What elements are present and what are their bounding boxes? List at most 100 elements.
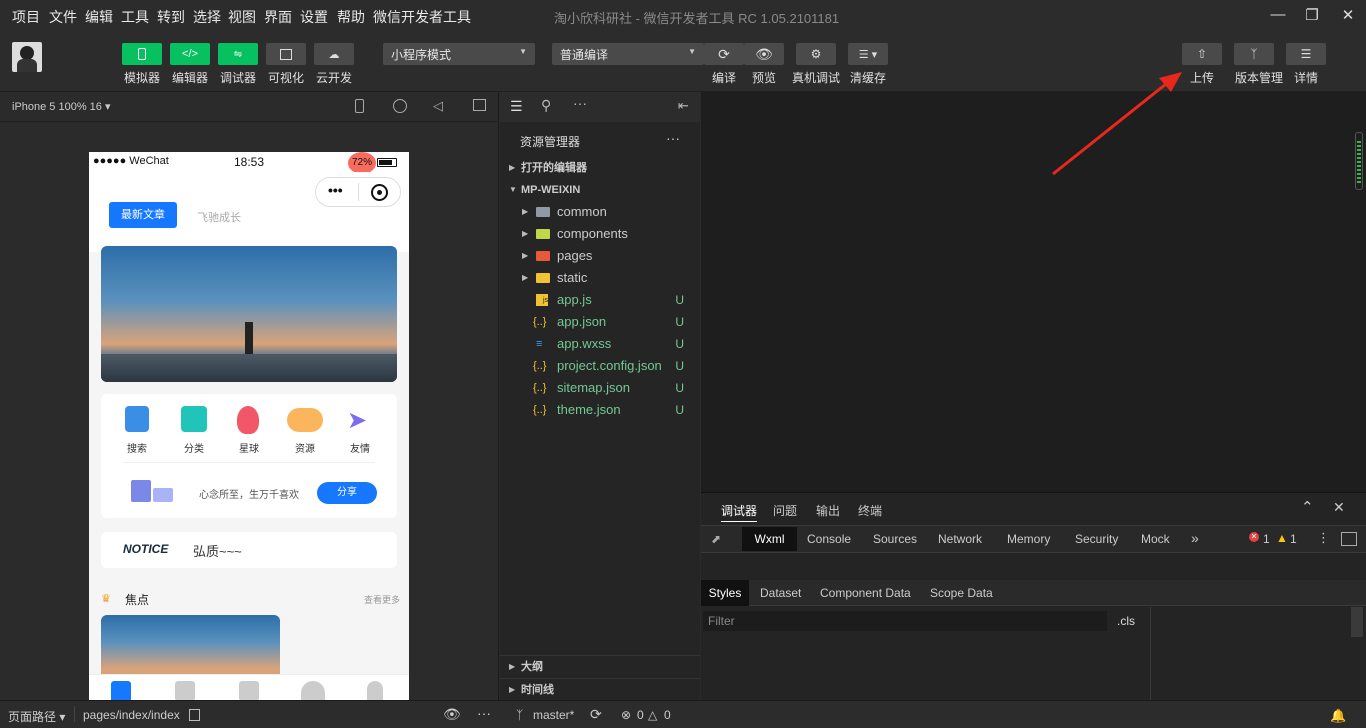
send-icon[interactable]: ➤ — [347, 406, 367, 435]
tab-dataset[interactable]: Dataset — [760, 586, 801, 600]
page-path-select[interactable]: 页面路径 ▾ — [8, 708, 65, 725]
tab-styles[interactable]: Styles — [701, 580, 749, 606]
menu-interface[interactable]: 界面 — [264, 7, 292, 27]
cloud-download-icon[interactable] — [287, 408, 323, 432]
status-errors[interactable]: 0 — [637, 708, 644, 722]
grid-label-resource[interactable]: 资源 — [283, 440, 327, 455]
tab-component-data[interactable]: Component Data — [820, 586, 911, 600]
error-count[interactable]: 1 — [1263, 532, 1270, 546]
folder-common[interactable]: ▶ common — [500, 201, 700, 223]
compile-select[interactable]: 普通编译 ▼ — [552, 43, 704, 65]
share-button[interactable]: 分享 — [317, 482, 377, 504]
tab-debugger[interactable]: 调试器 — [721, 502, 758, 522]
menu-settings[interactable]: 设置 — [300, 7, 328, 27]
close-mini-icon[interactable] — [371, 184, 388, 201]
real-debug-button[interactable]: ⚙ — [796, 43, 836, 65]
more-tabs-icon[interactable]: » — [1191, 530, 1199, 546]
tab-sources[interactable]: Sources — [873, 532, 917, 546]
volume-icon[interactable]: ◁ — [433, 98, 443, 114]
file-app-json[interactable]: {..} app.json U — [500, 311, 700, 333]
collapse-panel-icon[interactable]: ⇤ — [678, 98, 689, 114]
status-warnings[interactable]: 0 — [664, 708, 671, 722]
device-icon[interactable] — [355, 99, 364, 113]
folder-static[interactable]: ▶ static — [500, 267, 700, 289]
menu-select[interactable]: 选择 — [193, 7, 221, 27]
open-editors-section[interactable]: ▶ 打开的编辑器 — [500, 157, 700, 179]
compile-button[interactable]: ⟳ — [704, 43, 744, 65]
folder-components[interactable]: ▶ components — [500, 223, 700, 245]
menu-view[interactable]: 视图 — [228, 7, 256, 27]
folder-pages[interactable]: ▶ pages — [500, 245, 700, 267]
file-project-config[interactable]: {..} project.config.json U — [500, 355, 700, 377]
timeline-section[interactable]: ▶ 时间线 — [500, 678, 700, 700]
inspect-icon[interactable]: ⬈ — [711, 532, 721, 546]
tab-security[interactable]: Security — [1075, 532, 1118, 546]
banner-image[interactable] — [101, 246, 397, 382]
grid-label-planet[interactable]: 星球 — [227, 440, 271, 455]
file-app-js[interactable]: js app.js U — [500, 289, 700, 311]
restore-icon[interactable]: ❐ — [1302, 6, 1322, 24]
tab-console[interactable]: Console — [807, 532, 851, 546]
menu-project[interactable]: 项目 — [12, 7, 40, 27]
home-tab-icon[interactable] — [111, 681, 131, 700]
file-sitemap[interactable]: {..} sitemap.json U — [500, 377, 700, 399]
grid-label-category[interactable]: 分类 — [172, 440, 216, 455]
user-tab-icon[interactable] — [367, 681, 383, 700]
tab-scope-data[interactable]: Scope Data — [930, 586, 993, 600]
explorer-more-icon[interactable]: ··· — [666, 130, 680, 146]
focus-image[interactable] — [101, 615, 280, 675]
cloud-button[interactable]: ☁ — [314, 43, 354, 65]
tab-wxml[interactable]: Wxml — [742, 527, 797, 551]
details-button[interactable]: ☰ — [1286, 43, 1326, 65]
grid-tab-icon[interactable] — [175, 681, 195, 700]
menu-goto[interactable]: 转到 — [157, 7, 185, 27]
warning-count[interactable]: 1 — [1290, 532, 1297, 546]
devtools-scrollbar[interactable] — [1351, 607, 1363, 637]
search-icon[interactable] — [125, 406, 149, 432]
device-select[interactable]: iPhone 5 100% 16 ▾ — [12, 100, 111, 113]
menu-wechat-devtools[interactable]: 微信开发者工具 — [373, 7, 471, 27]
tab-problems[interactable]: 问题 — [773, 502, 797, 519]
visual-button[interactable] — [266, 43, 306, 65]
grid-label-search[interactable]: 搜索 — [115, 440, 159, 455]
tab-network[interactable]: Network — [938, 532, 982, 546]
record-icon[interactable] — [393, 99, 407, 113]
more-icon[interactable]: ··· — [573, 95, 587, 111]
grid-label-friends[interactable]: 友情 — [338, 440, 382, 455]
category-icon[interactable] — [181, 406, 207, 432]
project-section[interactable]: ▼ MP-WEIXIN — [500, 179, 700, 201]
tab-mock[interactable]: Mock — [1141, 532, 1170, 546]
tab-memory[interactable]: Memory — [1007, 532, 1050, 546]
cloud-tab-icon[interactable] — [301, 681, 325, 700]
menu-help[interactable]: 帮助 — [337, 7, 365, 27]
flame-icon[interactable] — [237, 406, 259, 434]
menu-tools[interactable]: 工具 — [121, 7, 149, 27]
dock-icon[interactable] — [1341, 532, 1357, 546]
popout-icon[interactable] — [473, 99, 486, 111]
kebab-icon[interactable]: ⋮ — [1317, 530, 1330, 546]
preview-button[interactable]: 👁 — [744, 43, 784, 65]
tab-latest-articles[interactable]: 最新文章 — [109, 202, 177, 228]
notice-bar[interactable]: NOTICE 弘质~~~ — [101, 532, 397, 568]
sync-icon[interactable]: ⟳ — [590, 706, 602, 723]
close-icon[interactable]: ✕ — [1338, 6, 1358, 24]
focus-more-link[interactable]: 查看更多 — [364, 593, 400, 606]
clear-cache-button[interactable]: ☰ ▾ — [848, 43, 888, 65]
avatar[interactable] — [12, 42, 42, 72]
scrollbar[interactable] — [1355, 132, 1363, 190]
tab-terminal[interactable]: 终端 — [858, 502, 882, 519]
mode-select[interactable]: 小程序模式 ▼ — [383, 43, 535, 65]
file-app-wxss[interactable]: ≡ app.wxss U — [500, 333, 700, 355]
tab-other[interactable]: 飞驰成长 — [197, 209, 241, 225]
filter-input[interactable]: Filter — [703, 611, 1107, 631]
editor-button[interactable]: </> — [170, 43, 210, 65]
files-icon[interactable]: ☰ — [510, 98, 523, 115]
bell-icon[interactable]: 🔔 — [1330, 708, 1346, 724]
capsule-button[interactable]: ••• — [315, 177, 401, 207]
more-icon[interactable]: ••• — [328, 182, 343, 198]
menu-edit[interactable]: 编辑 — [85, 7, 113, 27]
search-icon[interactable]: ⚲ — [541, 97, 551, 114]
git-branch[interactable]: master* — [533, 708, 574, 722]
copy-icon[interactable] — [189, 709, 200, 721]
outline-section[interactable]: ▶ 大纲 — [500, 655, 700, 677]
